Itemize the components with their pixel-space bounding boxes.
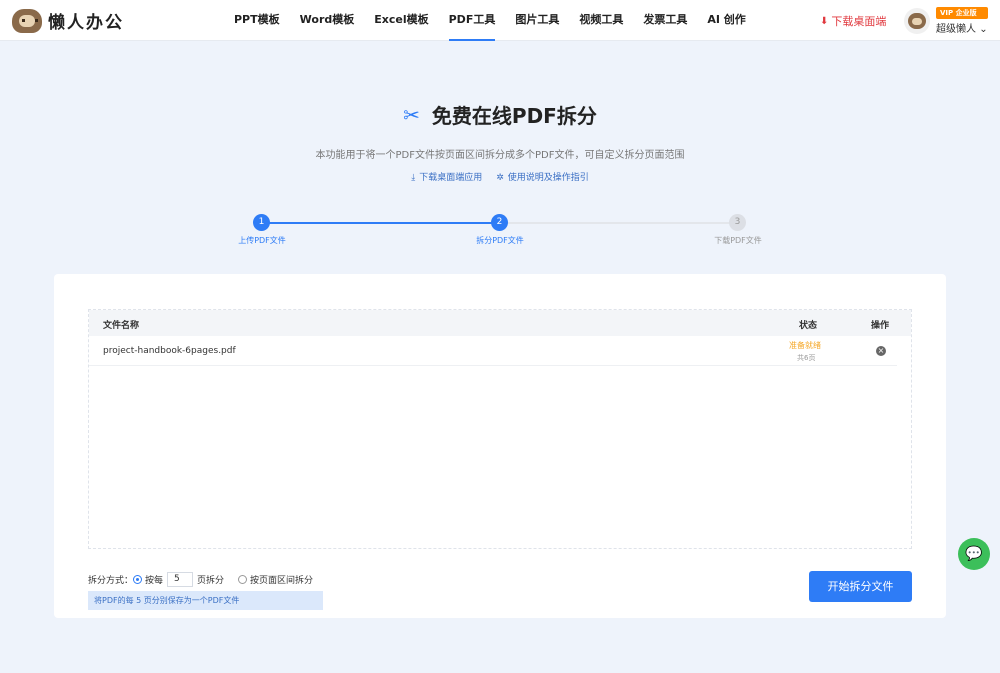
split-range-label: 按页面区间拆分	[250, 576, 314, 586]
split-every-prefix: 按每	[145, 576, 164, 586]
table-header: 文件名称 状态 操作	[89, 310, 911, 336]
split-hint: 将PDF的每 5 页分别保存为一个PDF文件	[88, 591, 323, 610]
pages-per-split-input[interactable]: 5	[167, 572, 194, 587]
sloth-logo-icon	[12, 8, 42, 33]
username: 超级懒人	[936, 24, 976, 35]
nav-item-image[interactable]: 图片工具	[505, 0, 569, 41]
nav-item-invoice[interactable]: 发票工具	[633, 0, 697, 41]
scissors-icon: ✂	[403, 102, 420, 127]
split-mode-label: 拆分方式：	[88, 576, 134, 586]
download-desktop-link[interactable]: ⬇ 下载桌面端	[820, 13, 886, 29]
step-line-done	[262, 222, 500, 224]
nav-item-ai[interactable]: AI 创作	[697, 0, 755, 41]
download-desktop-label: 下载桌面端	[831, 15, 887, 28]
col-filename: 文件名称	[103, 321, 140, 331]
hero-links: ⤓ 下载桌面端应用 ✲ 使用说明及操作指引	[0, 170, 1000, 183]
guide-link-label: 使用说明及操作指引	[507, 173, 589, 183]
step-1-label: 上传PDF文件	[238, 236, 286, 245]
step-1-circle: 1	[253, 214, 270, 231]
download-app-label: 下载桌面端应用	[419, 173, 483, 183]
download-icon: ⤓	[411, 173, 416, 183]
avatar[interactable]	[904, 8, 930, 34]
col-status: 状态	[799, 321, 818, 331]
page-count: 共6页	[797, 354, 816, 362]
nav-item-word[interactable]: Word模板	[290, 0, 365, 41]
step-2-circle: 2	[491, 214, 508, 231]
guide-link[interactable]: ✲ 使用说明及操作指引	[496, 170, 589, 183]
split-every-radio[interactable]	[133, 575, 143, 584]
step-2-label: 拆分PDF文件	[476, 236, 524, 245]
split-card: 文件名称 状态 操作 project-handbook-6pages.pdf 准…	[54, 274, 946, 618]
table-row: project-handbook-6pages.pdf 准备就绪 共6页 ×	[89, 336, 897, 366]
site-logo[interactable]: 懒人办公	[12, 8, 124, 33]
split-options: 拆分方式： 按每 5 页拆分 按页面区间拆分	[88, 572, 313, 587]
step-3-label: 下载PDF文件	[714, 236, 762, 245]
vip-badge: VIP 企业版	[936, 7, 988, 19]
main-nav: PPT模板 Word模板 Excel模板 PDF工具 图片工具 视频工具 发票工…	[224, 0, 756, 41]
split-range-radio[interactable]	[238, 575, 248, 584]
top-navbar: 懒人办公 PPT模板 Word模板 Excel模板 PDF工具 图片工具 视频工…	[0, 0, 1000, 41]
nav-item-pdf[interactable]: PDF工具	[439, 0, 506, 41]
user-menu[interactable]: VIP 企业版 超级懒人 ⌄	[904, 7, 988, 35]
split-every-suffix: 页拆分	[197, 576, 225, 586]
step-3-circle: 3	[729, 214, 746, 231]
progress-steps: 1 2 3 上传PDF文件 拆分PDF文件 下载PDF文件	[0, 212, 1000, 252]
file-table: 文件名称 状态 操作 project-handbook-6pages.pdf 准…	[88, 309, 912, 549]
nav-item-video[interactable]: 视频工具	[569, 0, 633, 41]
download-app-link[interactable]: ⤓ 下载桌面端应用	[411, 170, 482, 183]
logo-text: 懒人办公	[48, 13, 124, 33]
sparkle-icon: ✲	[496, 173, 504, 183]
chevron-down-icon[interactable]: ⌄	[979, 24, 987, 35]
status-ready: 准备就绪	[789, 341, 821, 350]
col-actions: 操作	[871, 321, 890, 331]
start-split-button[interactable]: 开始拆分文件	[809, 571, 912, 602]
remove-file-icon[interactable]: ×	[876, 346, 886, 356]
nav-item-excel[interactable]: Excel模板	[364, 0, 438, 41]
page-title: 免费在线PDF拆分	[431, 104, 597, 128]
page-subtitle: 本功能用于将一个PDF文件按页面区间拆分成多个PDF文件，可自定义拆分页面范围	[315, 150, 685, 161]
wechat-icon[interactable]: 💬	[958, 538, 990, 570]
page-title-row: ✂ 免费在线PDF拆分	[0, 100, 1000, 129]
step-line-pending	[500, 222, 738, 224]
nav-item-ppt[interactable]: PPT模板	[224, 0, 290, 41]
download-arrow-icon: ⬇	[820, 15, 829, 27]
file-name: project-handbook-6pages.pdf	[103, 346, 236, 356]
